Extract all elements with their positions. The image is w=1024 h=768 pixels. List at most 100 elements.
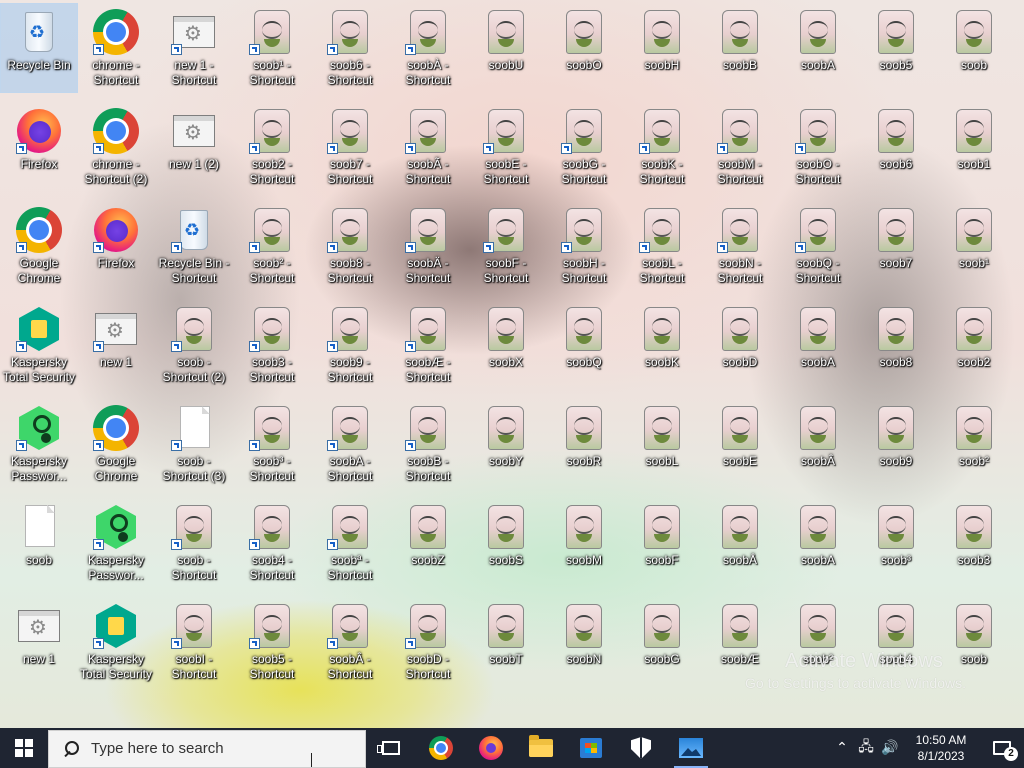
desktop-icon[interactable]: soobO <box>546 4 622 92</box>
desktop-icon[interactable]: soob6 - Shortcut <box>312 4 388 92</box>
taskbar-security[interactable] <box>616 728 666 768</box>
desktop-icon[interactable]: soobÀ - Shortcut <box>390 4 466 92</box>
desktop-icon[interactable]: chrome - Shortcut <box>78 4 154 92</box>
desktop-icon[interactable]: soobK <box>624 301 700 389</box>
desktop-icon[interactable]: Recycle Bin - Shortcut <box>156 202 232 290</box>
desktop-icon[interactable]: soob <box>936 4 1012 92</box>
desktop-icon[interactable]: soob - Shortcut (2) <box>156 301 232 389</box>
desktop-icon[interactable]: soob - Shortcut <box>156 499 232 587</box>
desktop-icon[interactable]: soob <box>1 499 77 587</box>
desktop-icon[interactable]: Kaspersky Total Security <box>78 598 154 686</box>
desktop-icon[interactable]: soobL <box>624 400 700 488</box>
desktop-icon[interactable]: Kaspersky Total Security <box>1 301 77 389</box>
desktop-icon[interactable]: soob7 - Shortcut <box>312 103 388 191</box>
desktop-icon[interactable]: soobQ <box>546 301 622 389</box>
desktop-icon[interactable]: soobK - Shortcut <box>624 103 700 191</box>
desktop-icon[interactable]: soobE <box>702 400 778 488</box>
desktop-icon[interactable]: new 1 <box>78 301 154 389</box>
desktop-icon[interactable]: soob1 <box>936 103 1012 191</box>
chevron-up-icon[interactable]: ⌃ <box>830 740 854 756</box>
taskbar-search-box[interactable]: Type here to search <box>48 729 366 768</box>
desktop-icon[interactable]: new 1 (2) <box>156 103 232 191</box>
desktop-icon[interactable]: Recycle Bin <box>0 3 78 93</box>
taskbar-file-explorer[interactable] <box>516 728 566 768</box>
desktop-icon[interactable]: soobN - Shortcut <box>702 202 778 290</box>
desktop-icon[interactable]: soobB - Shortcut <box>390 400 466 488</box>
desktop-icon[interactable]: soob8 <box>858 301 934 389</box>
desktop-icon[interactable]: soobÃ - Shortcut <box>390 103 466 191</box>
desktop-icon[interactable]: soobÄ - Shortcut <box>390 202 466 290</box>
desktop-icon[interactable]: soobÂ <box>780 400 856 488</box>
desktop-icon[interactable]: soobM - Shortcut <box>702 103 778 191</box>
desktop-icon[interactable]: soob8 - Shortcut <box>312 202 388 290</box>
desktop-icon[interactable]: soobA <box>780 4 856 92</box>
desktop-icon[interactable]: soob³ <box>858 499 934 587</box>
desktop-icon[interactable]: Firefox <box>1 103 77 191</box>
desktop-icon[interactable]: new 1 - Shortcut <box>156 4 232 92</box>
desktop-icon[interactable]: soobH <box>624 4 700 92</box>
desktop-icon[interactable]: soobD - Shortcut <box>390 598 466 686</box>
desktop-icon[interactable]: soob2 <box>936 301 1012 389</box>
desktop-icon[interactable]: soobY <box>468 400 544 488</box>
desktop-icon[interactable]: soobG <box>624 598 700 686</box>
desktop-icon[interactable]: soobÆ - Shortcut <box>390 301 466 389</box>
desktop-icon[interactable]: soobÅ <box>702 499 778 587</box>
desktop-icon[interactable]: Firefox <box>78 202 154 290</box>
desktop-icon[interactable]: soobª - Shortcut <box>312 499 388 587</box>
desktop-icon[interactable]: soobA <box>780 499 856 587</box>
desktop-icon[interactable]: soobZ <box>390 499 466 587</box>
desktop-icon[interactable]: soob - Shortcut (3) <box>156 400 232 488</box>
desktop-icon[interactable]: soobN <box>546 598 622 686</box>
desktop-icon[interactable]: soob5 - Shortcut <box>234 598 310 686</box>
desktop-icon[interactable]: Google Chrome <box>78 400 154 488</box>
desktop-icon[interactable]: soobB <box>702 4 778 92</box>
desktop-icon[interactable]: soobA <box>780 301 856 389</box>
desktop-icon[interactable]: chrome - Shortcut (2) <box>78 103 154 191</box>
taskbar-chrome[interactable] <box>416 728 466 768</box>
desktop-icon[interactable]: soobG - Shortcut <box>546 103 622 191</box>
desktop-icon[interactable]: soobF - Shortcut <box>468 202 544 290</box>
desktop-icon[interactable]: soob3 <box>936 499 1012 587</box>
desktop-icon[interactable]: soobM <box>546 499 622 587</box>
desktop-icon[interactable]: soob5 <box>858 4 934 92</box>
volume-icon[interactable]: 🔊 <box>878 740 902 756</box>
desktop-icon[interactable]: soob² - Shortcut <box>234 202 310 290</box>
desktop-icon[interactable]: soobD <box>702 301 778 389</box>
network-icon[interactable]: 🖧 <box>854 736 878 760</box>
clock[interactable]: 10:50 AM 8/1/2023 <box>902 732 980 764</box>
desktop-icon[interactable]: soobE - Shortcut <box>468 103 544 191</box>
start-button[interactable] <box>0 728 48 768</box>
desktop-icon[interactable]: soob4 - Shortcut <box>234 499 310 587</box>
desktop-icon[interactable]: soob9 <box>858 400 934 488</box>
desktop-icon[interactable]: soobS <box>468 499 544 587</box>
desktop-icon[interactable]: soobU <box>468 4 544 92</box>
desktop-icon[interactable]: new 1 <box>1 598 77 686</box>
taskbar-photos[interactable] <box>666 728 716 768</box>
desktop-icon[interactable]: soob9 - Shortcut <box>312 301 388 389</box>
desktop-icon[interactable]: soob² <box>936 400 1012 488</box>
taskbar-microsoft-store[interactable] <box>566 728 616 768</box>
desktop-icon[interactable]: soobQ - Shortcut <box>780 202 856 290</box>
desktop-icon[interactable]: soob¹ <box>936 202 1012 290</box>
desktop-icon[interactable]: soob7 <box>858 202 934 290</box>
desktop-icon[interactable]: Kaspersky Passwor... <box>1 400 77 488</box>
desktop-icon[interactable]: soob³ - Shortcut <box>234 400 310 488</box>
desktop-icon[interactable]: soobO - Shortcut <box>780 103 856 191</box>
desktop-icon[interactable]: soobÂ - Shortcut <box>312 598 388 686</box>
desktop-icon[interactable]: soob¹ - Shortcut <box>234 4 310 92</box>
desktop-icon[interactable]: soob3 - Shortcut <box>234 301 310 389</box>
desktop-icon[interactable]: Kaspersky Passwor... <box>78 499 154 587</box>
desktop-icon[interactable]: soobA - Shortcut <box>312 400 388 488</box>
desktop-icon[interactable]: soobX <box>468 301 544 389</box>
desktop-icon[interactable]: soobR <box>546 400 622 488</box>
desktop-icon[interactable]: Google Chrome <box>1 202 77 290</box>
desktop-icon[interactable]: soobI - Shortcut <box>156 598 232 686</box>
desktop-icon[interactable]: soobT <box>468 598 544 686</box>
desktop-icon[interactable]: soob6 <box>858 103 934 191</box>
desktop-icon[interactable]: soobF <box>624 499 700 587</box>
desktop-icon[interactable]: soobL - Shortcut <box>624 202 700 290</box>
notification-center-button[interactable]: 2 <box>980 728 1024 768</box>
desktop-icon[interactable]: soobH - Shortcut <box>546 202 622 290</box>
taskbar-task-view[interactable] <box>366 728 416 768</box>
desktop-icon[interactable]: soob2 - Shortcut <box>234 103 310 191</box>
